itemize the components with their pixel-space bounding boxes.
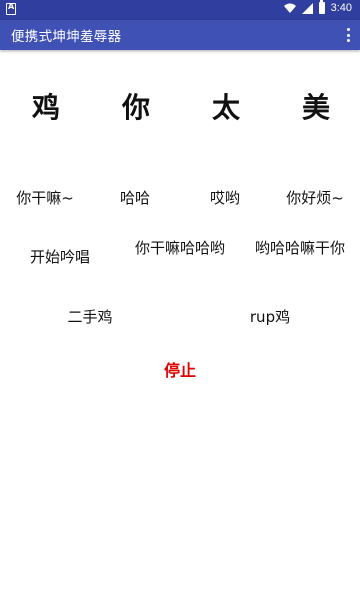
sound-button-ni-gan-ma-ha-ha-yo[interactable]: 你干嘛哈哈哟 xyxy=(134,239,226,257)
char-button-4[interactable]: 美 xyxy=(286,88,346,128)
status-time: 3:40 xyxy=(330,2,352,14)
app-bar: 便携式坤坤羞辱器 xyxy=(0,20,360,50)
app-title: 便携式坤坤羞辱器 xyxy=(11,29,122,45)
wifi-icon xyxy=(283,3,296,13)
char-button-2[interactable]: 你 xyxy=(106,88,166,128)
notification-a-icon xyxy=(6,2,16,15)
status-icons: 3:40 xyxy=(283,0,352,14)
stop-button[interactable]: 停止 xyxy=(130,362,230,380)
sound-button-ai-yo[interactable]: 哎哟 xyxy=(182,189,268,207)
more-vert-icon[interactable] xyxy=(346,28,350,42)
sound-button-kai-shi-yin-chang[interactable]: 开始吟唱 xyxy=(10,248,110,266)
char-button-1[interactable]: 鸡 xyxy=(16,88,76,128)
status-bar: 3:40 xyxy=(0,0,360,20)
sound-button-er-shou-ji[interactable]: 二手鸡 xyxy=(40,308,140,326)
signal-icon xyxy=(301,2,313,14)
sound-button-rup-ji[interactable]: rup鸡 xyxy=(220,308,320,326)
sound-button-ni-hao-fan[interactable]: 你好烦~ xyxy=(272,189,358,207)
char-button-3[interactable]: 太 xyxy=(196,88,256,128)
sound-button-ha-ha[interactable]: 哈哈 xyxy=(92,189,178,207)
sound-button-yo-ha-ha-ma-gan-ni[interactable]: 哟哈哈嘛干你 xyxy=(254,239,346,257)
sound-button-ni-gan-ma[interactable]: 你干嘛~ xyxy=(2,189,88,207)
battery-icon xyxy=(318,0,325,14)
